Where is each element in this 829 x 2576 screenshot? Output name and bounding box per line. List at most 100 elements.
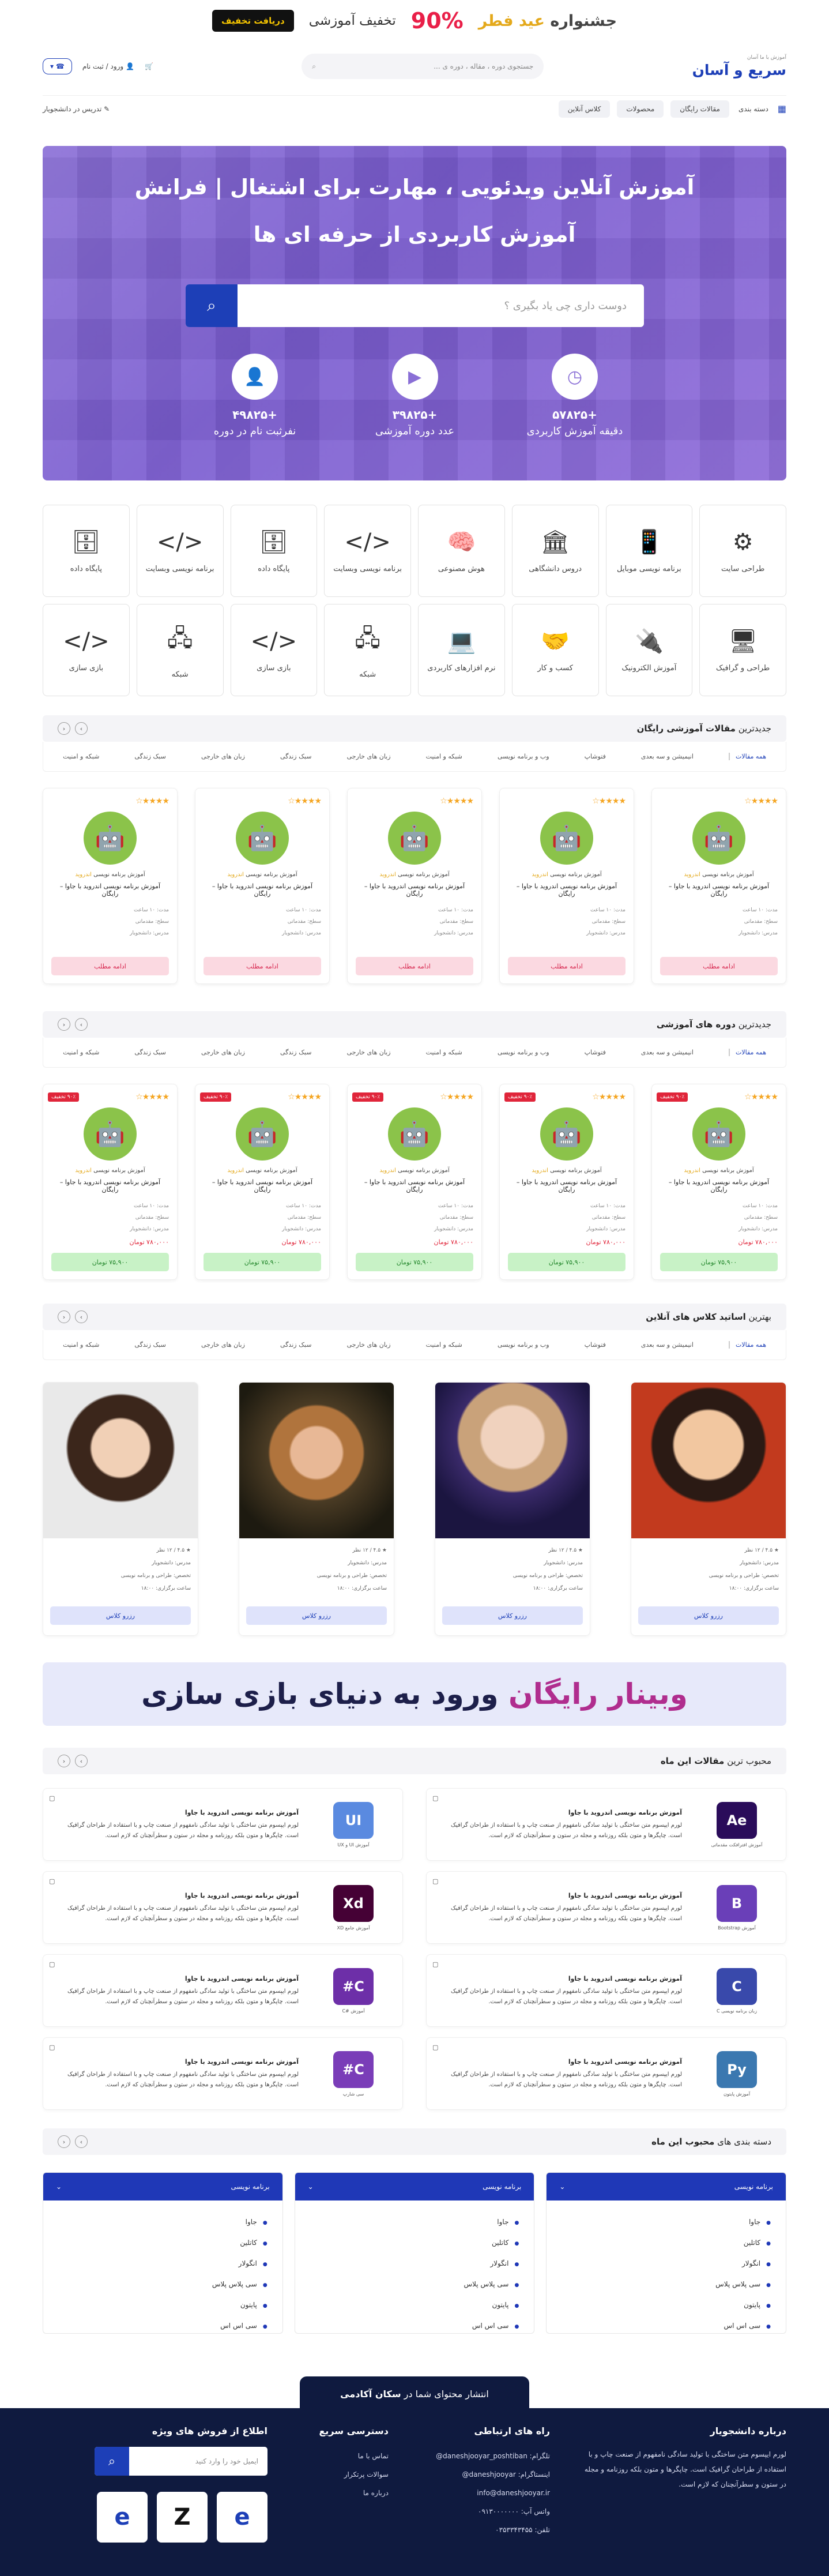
price-button[interactable]: ۷۵,۹۰۰ تومان	[204, 1253, 321, 1271]
category-list-item[interactable]: پایتون	[58, 2295, 267, 2316]
read-more-button[interactable]: ادامه مطلب	[51, 957, 169, 975]
category-list-item[interactable]: کاتلین	[562, 2233, 771, 2254]
card-title[interactable]: آموزش برنامه نویسی اندروید با جاوا – رای…	[204, 1178, 321, 1193]
course-card[interactable]: ★★★★☆ ۹۰٪ تخفیف 🤖 آموزش برنامه نویسی اندروی…	[43, 1084, 178, 1280]
popular-article[interactable]: C# سی شارپ آموزش برنامه نویسی اندروید با ج…	[43, 2037, 403, 2110]
header-search[interactable]: جستجوی دوره ، مقاله ، دوره ی ... ⌕	[302, 54, 544, 79]
article-card[interactable]: ★★★★☆ 🤖 آموزش برنامه نویسی اندروید آموزش بر…	[347, 788, 482, 984]
category-tab[interactable]: انیمیشن و سه بعدی	[641, 1341, 694, 1349]
reserve-class-button[interactable]: رزرو کلاس	[50, 1606, 191, 1625]
category-tile[interactable]: 🗄 پایگاه داده	[43, 505, 130, 597]
course-card[interactable]: ★★★★☆ ۹۰٪ تخفیف 🤖 آموزش برنامه نویسی اندروی…	[651, 1084, 786, 1280]
card-title[interactable]: آموزش برنامه نویسی اندروید با جاوا – رای…	[508, 883, 625, 898]
category-tab[interactable]: همه مقالات	[729, 1341, 766, 1349]
search-icon[interactable]: ⌕	[95, 2447, 129, 2476]
next-arrow-icon[interactable]: ›	[75, 1310, 88, 1323]
popular-article[interactable]: UI آموزش UI و UX آموزش برنامه نویسی اندروی…	[43, 1788, 403, 1861]
category-list-item[interactable]: انگولار	[58, 2254, 267, 2274]
prev-arrow-icon[interactable]: ‹	[58, 2135, 70, 2148]
category-tile[interactable]: </> بازی سازی	[230, 604, 318, 696]
popular-article[interactable]: B آموزش Bootstrap آموزش برنامه نویسی اندرو…	[426, 1871, 786, 1944]
category-tile[interactable]: 🏛 دروس دانشگاهی	[511, 505, 599, 597]
category-tab[interactable]: انیمیشن و سه بعدی	[641, 753, 694, 760]
quick-link[interactable]: تماس با ما	[296, 2447, 389, 2465]
price-button[interactable]: ۷۵,۹۰۰ تومان	[660, 1253, 778, 1271]
master-card[interactable]: ★ ۴.۵ / ۱۲ نظر مدرس: دانشجویار تخصص: طراحی…	[631, 1382, 786, 1636]
read-more-button[interactable]: ادامه مطلب	[660, 957, 778, 975]
bookmark-icon[interactable]: ▢	[432, 1794, 438, 1802]
category-tab[interactable]: شبکه و امنیت	[426, 1049, 462, 1056]
read-more-button[interactable]: ادامه مطلب	[356, 957, 473, 975]
price-button[interactable]: ۷۵,۹۰۰ تومان	[356, 1253, 473, 1271]
popular-article[interactable]: Py آموزش پایتون آموزش برنامه نویسی اندروید…	[426, 2037, 786, 2110]
category-tab[interactable]: شبکه و امنیت	[426, 1341, 462, 1349]
bookmark-icon[interactable]: ▢	[49, 1961, 55, 1968]
category-tab[interactable]: شبکه و امنیت	[63, 1049, 99, 1056]
prev-arrow-icon[interactable]: ‹	[58, 722, 70, 735]
category-tab[interactable]: سبک زندگی	[280, 1341, 311, 1349]
card-title[interactable]: آموزش برنامه نویسی اندروید با جاوا – رای…	[660, 883, 778, 898]
category-list-item[interactable]: جاوا	[562, 2212, 771, 2233]
publish-content-tab[interactable]: انتشار محتوای شما در سکان آکادمی	[300, 2376, 529, 2411]
price-button[interactable]: ۷۵,۹۰۰ تومان	[51, 1253, 169, 1271]
course-card[interactable]: ★★★★☆ ۹۰٪ تخفیف 🤖 آموزش برنامه نویسی اندروی…	[195, 1084, 330, 1280]
category-tab[interactable]: همه مقالات	[729, 753, 766, 760]
card-title[interactable]: آموزش برنامه نویسی اندروید با جاوا – رای…	[204, 883, 321, 898]
category-tile[interactable]: </> بازی سازی	[43, 604, 130, 696]
category-list-item[interactable]: سی اس اس	[310, 2316, 519, 2333]
category-tile[interactable]: 🤝 کسب و کار	[511, 604, 599, 696]
category-list-header[interactable]: برنامه نویسی ⌄	[547, 2173, 786, 2201]
grid-icon[interactable]: ▦	[778, 103, 786, 114]
nav-item-articles[interactable]: مقالات رایگان	[670, 100, 729, 118]
article-card[interactable]: ★★★★☆ 🤖 آموزش برنامه نویسی اندروید آموزش بر…	[651, 788, 786, 984]
category-list-item[interactable]: سی اس اس	[562, 2316, 771, 2333]
category-tab[interactable]: فتوشاپ	[585, 753, 606, 760]
category-tab[interactable]: شبکه و امنیت	[63, 753, 99, 760]
get-discount-button[interactable]: دریافت تخفیف	[212, 10, 294, 32]
zarinpal-seal-icon[interactable]: Z	[157, 2492, 208, 2543]
contact-item[interactable]: تلفن: ۰۳۵۳۳۴۳۴۵۵	[417, 2521, 550, 2539]
bookmark-icon[interactable]: ▢	[432, 1961, 438, 1968]
course-card[interactable]: ★★★★☆ ۹۰٪ تخفیف 🤖 آموزش برنامه نویسی اندروی…	[347, 1084, 482, 1280]
category-tile[interactable]: 📱 برنامه نویسی موبایل	[605, 505, 693, 597]
category-tile[interactable]: ⚙ طراحی سایت	[699, 505, 786, 597]
cart-icon[interactable]: 🛒	[145, 62, 153, 70]
category-tab[interactable]: سبک زندگی	[134, 1049, 165, 1056]
category-tab[interactable]: انیمیشن و سه بعدی	[641, 1049, 694, 1056]
quick-link[interactable]: سوالات پرتکرار	[296, 2465, 389, 2484]
card-title[interactable]: آموزش برنامه نویسی اندروید با جاوا – رای…	[51, 1178, 169, 1193]
popular-article[interactable]: C زبان برنامه نویسی C آموزش برنامه نویسی ا…	[426, 1954, 786, 2027]
hero-search[interactable]: دوست داری چی یاد بگیری ؟ ⌕	[186, 284, 644, 327]
read-more-button[interactable]: ادامه مطلب	[204, 957, 321, 975]
category-tile[interactable]: 🖧 شبکه	[136, 604, 224, 696]
teach-link[interactable]: ✎ تدریس در دانشجویار	[43, 105, 110, 113]
category-list-item[interactable]: پایتون	[310, 2295, 519, 2316]
quick-link[interactable]: درباره ما	[296, 2484, 389, 2502]
category-tile[interactable]: 🧠 هوش مصنوعی	[418, 505, 505, 597]
category-tab[interactable]: همه مقالات	[729, 1049, 766, 1056]
category-tab[interactable]: شبکه و امنیت	[426, 753, 462, 760]
bookmark-icon[interactable]: ▢	[49, 2044, 55, 2051]
category-tab[interactable]: زبان های خارجی	[201, 1341, 245, 1349]
category-tab[interactable]: فتوشاپ	[585, 1341, 606, 1349]
master-card[interactable]: ★ ۴.۵ / ۱۲ نظر مدرس: دانشجویار تخصص: طراحی…	[239, 1382, 394, 1636]
category-list-item[interactable]: سی اس اس	[58, 2316, 267, 2333]
samandehi-seal-icon[interactable]: e	[97, 2492, 148, 2543]
bookmark-icon[interactable]: ▢	[432, 2044, 438, 2051]
hero-search-button[interactable]: ⌕	[186, 284, 238, 327]
card-title[interactable]: آموزش برنامه نویسی اندروید با جاوا – رای…	[51, 883, 169, 898]
category-tile[interactable]: 🖥 طراحی و گرافیک	[699, 604, 786, 696]
category-tab[interactable]: وب و برنامه نویسی	[498, 1049, 549, 1056]
category-tab[interactable]: زبان های خارجی	[347, 1049, 391, 1056]
contact-item[interactable]: info@daneshjooyar.ir	[417, 2484, 550, 2502]
prev-arrow-icon[interactable]: ‹	[58, 1018, 70, 1031]
category-tab[interactable]: شبکه و امنیت	[63, 1341, 99, 1349]
next-arrow-icon[interactable]: ›	[75, 1755, 88, 1767]
category-tile[interactable]: 💻 نرم افزارهای کاربردی	[418, 604, 505, 696]
contact-item[interactable]: اینستاگرام: daneshjooyar@	[417, 2465, 550, 2484]
card-title[interactable]: آموزش برنامه نویسی اندروید با جاوا – رای…	[508, 1178, 625, 1193]
nav-item-online-class[interactable]: کلاس آنلاین	[558, 100, 611, 118]
prev-arrow-icon[interactable]: ‹	[58, 1755, 70, 1767]
read-more-button[interactable]: ادامه مطلب	[508, 957, 625, 975]
article-card[interactable]: ★★★★☆ 🤖 آموزش برنامه نویسی اندروید آموزش بر…	[499, 788, 634, 984]
